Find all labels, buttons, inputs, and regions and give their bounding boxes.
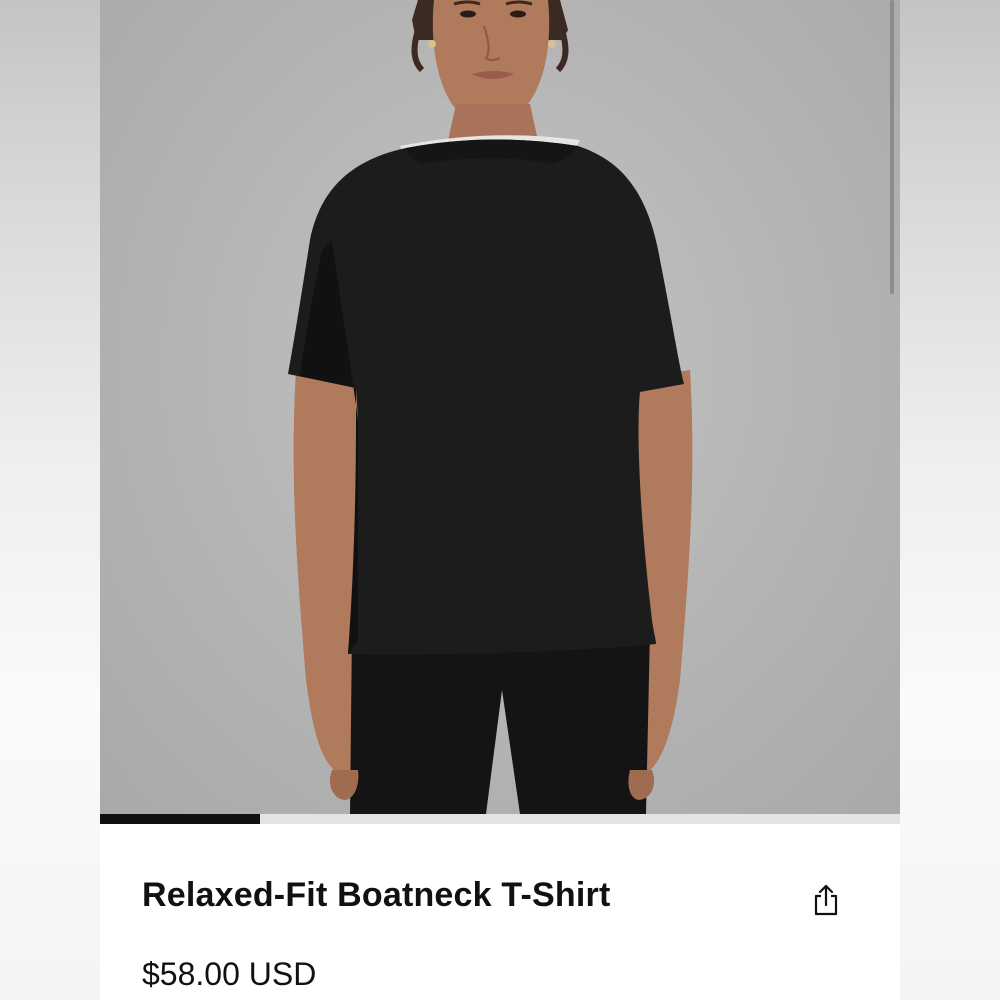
product-title: Relaxed-Fit Boatneck T-Shirt	[142, 876, 611, 914]
product-price: $58.00 USD	[142, 956, 317, 992]
scroll-indicator[interactable]	[890, 0, 894, 294]
share-button[interactable]	[808, 880, 844, 920]
image-carousel-progress	[100, 814, 900, 824]
carousel-progress-fill	[100, 814, 260, 824]
product-page: Relaxed-Fit Boatneck T-Shirt $58.00 USD	[100, 0, 900, 1000]
share-icon	[814, 884, 838, 916]
product-info: Relaxed-Fit Boatneck T-Shirt $58.00 USD	[100, 824, 900, 1000]
product-photo-illustration	[288, 0, 693, 814]
right-backdrop	[900, 0, 1000, 1000]
product-image[interactable]	[100, 0, 900, 814]
left-backdrop	[0, 0, 100, 1000]
